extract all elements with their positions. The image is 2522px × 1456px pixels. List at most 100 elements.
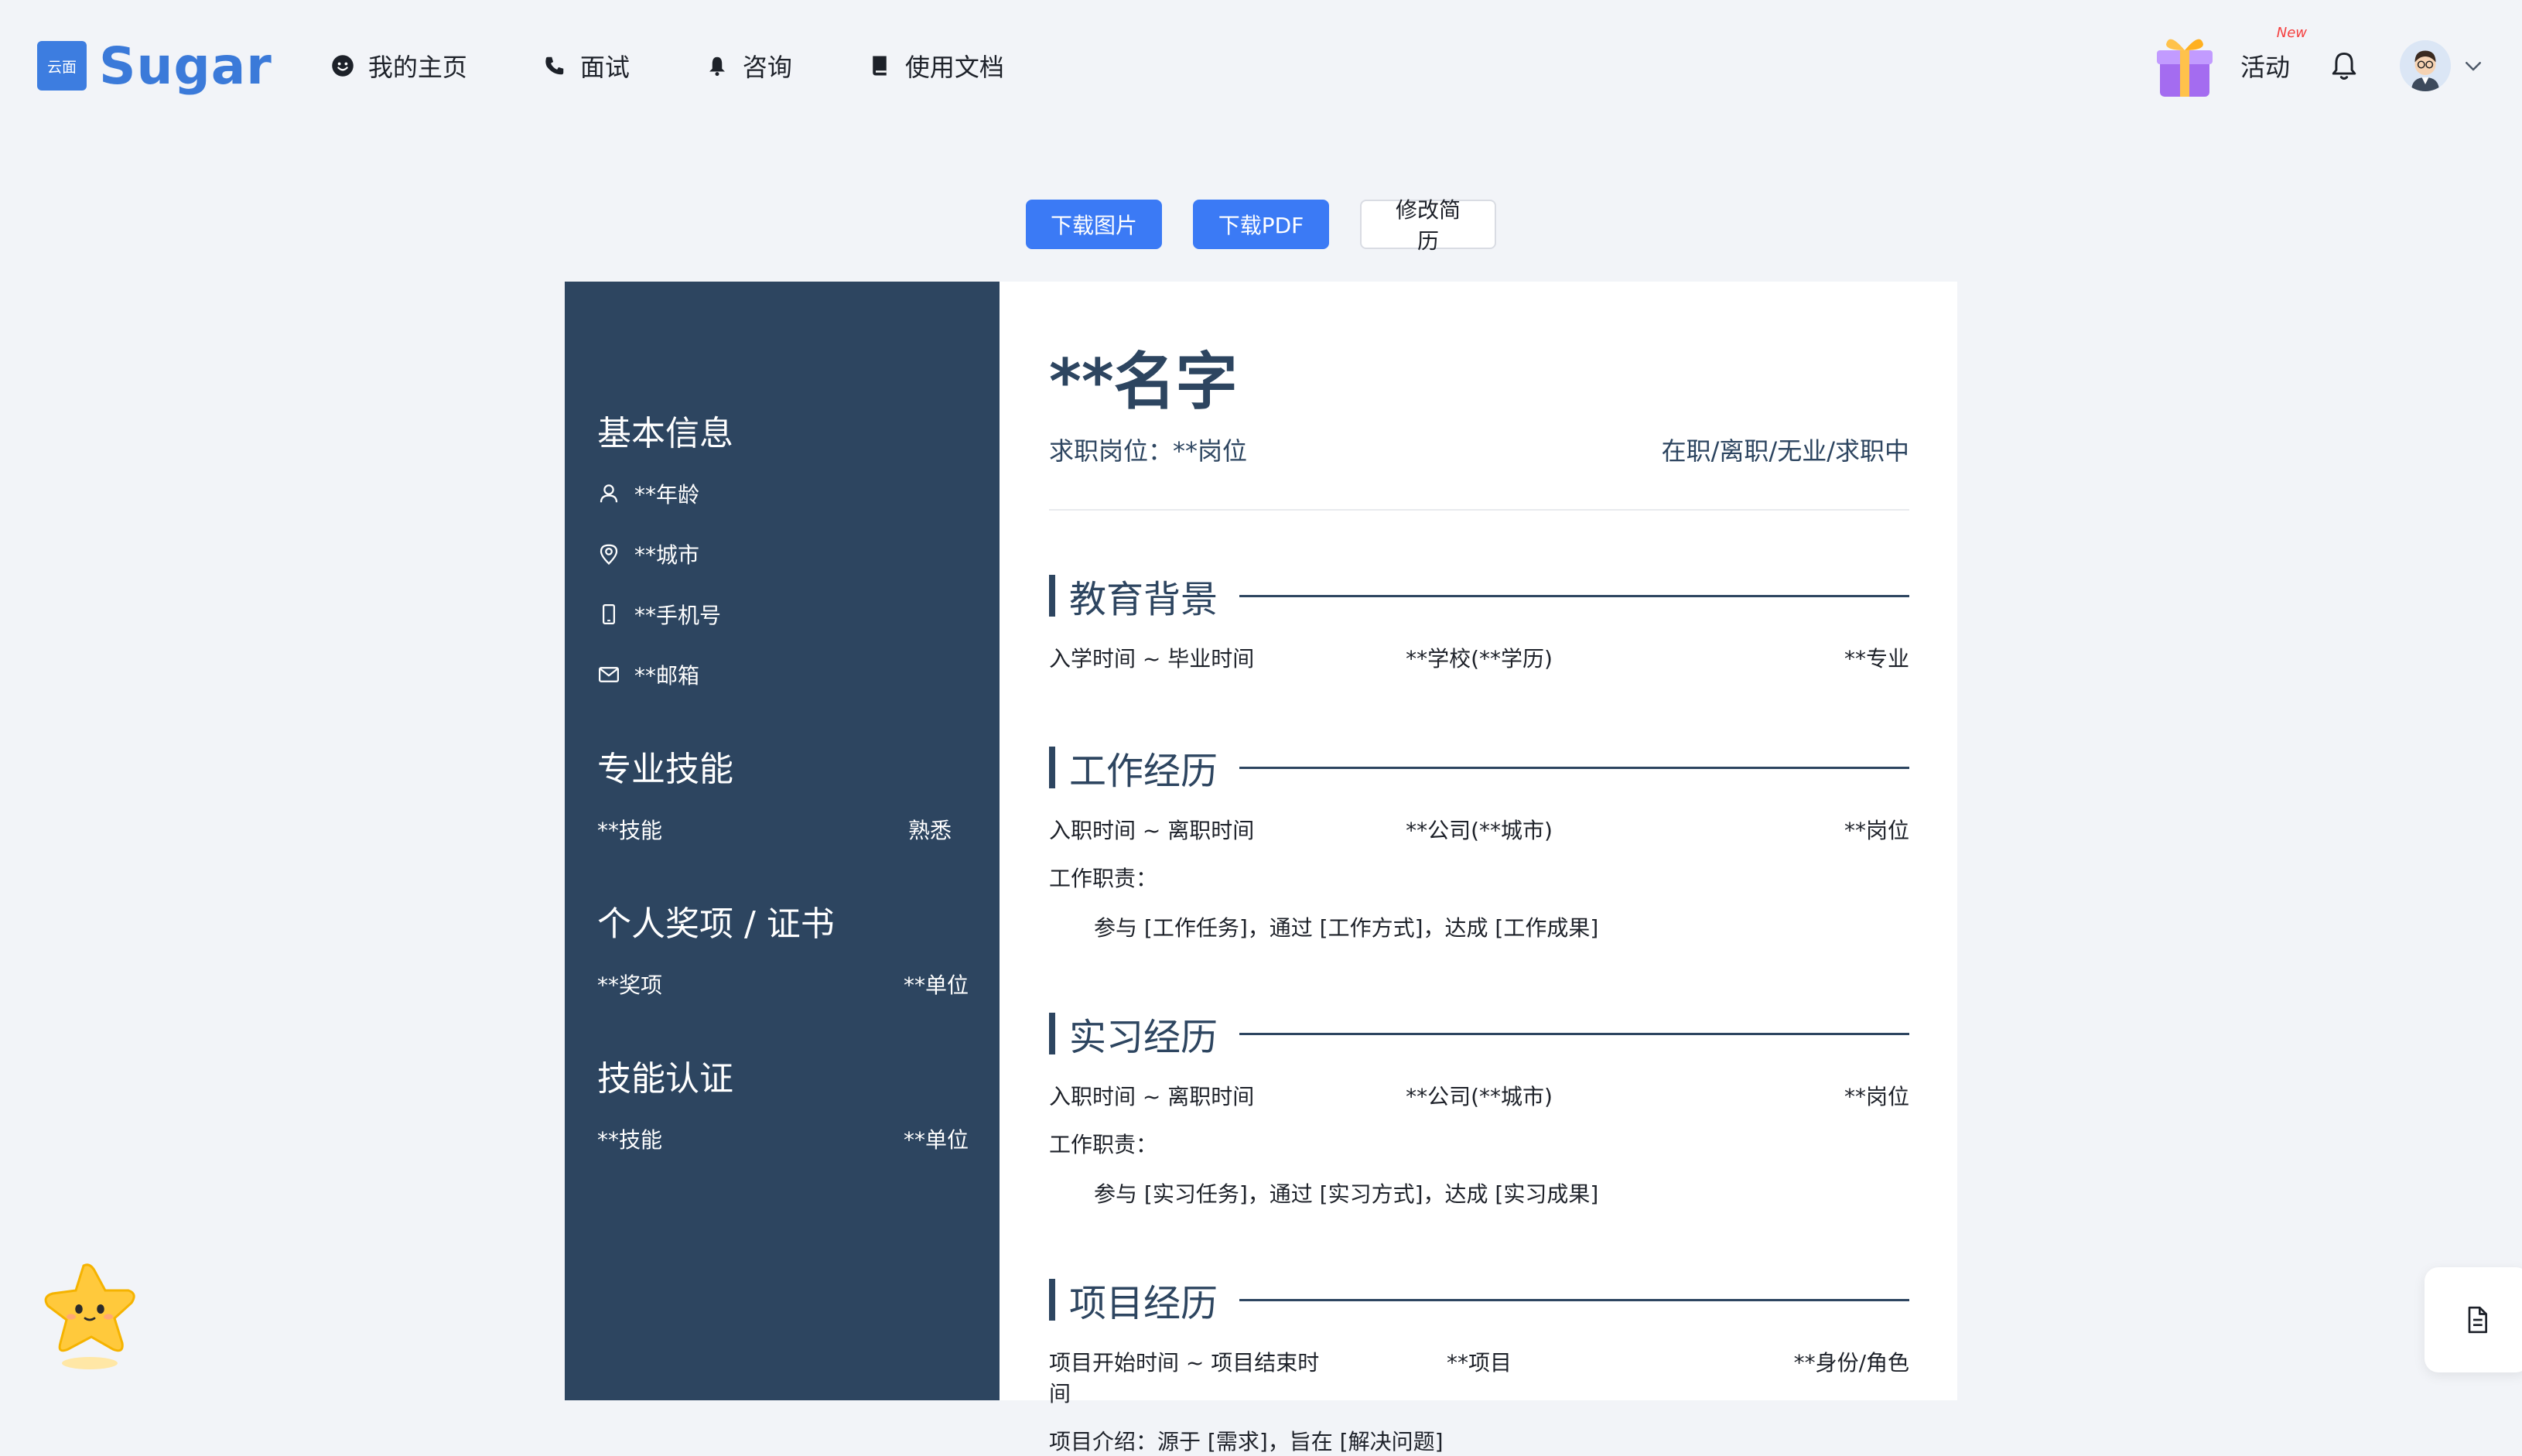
education-section: 教育背景 入学时间 ~ 毕业时间 **学校(**学历) **专业 <box>1049 574 1909 673</box>
candidate-name: **名字 <box>1049 346 1238 418</box>
download-pdf-button[interactable]: 下载PDF <box>1193 200 1329 249</box>
activity-link[interactable]: 活动 New <box>2240 25 2307 84</box>
section-header: 教育背景 <box>1049 574 1909 621</box>
certification-unit: **单位 <box>903 1127 969 1153</box>
awards-section: 个人奖项 / 证书 **奖项 **单位 <box>597 896 969 1000</box>
education-title: 教育背景 <box>1069 578 1218 621</box>
section-header: 实习经历 <box>1049 1012 1909 1059</box>
user-icon <box>600 484 618 503</box>
work-section: 工作经历 入职时间 ~ 离职时间 **公司(**城市) **岗位 工作职责： 参… <box>1049 746 1909 942</box>
new-badge: New <box>2276 25 2307 41</box>
work-company: **公司(**城市) <box>1406 818 1553 843</box>
logo[interactable]: 云面 Sugar <box>37 36 272 96</box>
internship-time: 入职时间 ~ 离职时间 <box>1049 1084 1255 1109</box>
location-pin-icon <box>600 544 618 566</box>
certification-name: **技能 <box>597 1127 663 1153</box>
position-row: 求职岗位：**岗位 在职/离职/无业/求职中 <box>1049 432 1909 467</box>
nav-item-label: 面试 <box>579 53 630 82</box>
star-mascot-icon[interactable] <box>37 1259 142 1372</box>
work-time: 入职时间 ~ 离职时间 <box>1049 818 1255 843</box>
chevron-down-icon[interactable] <box>2462 54 2485 77</box>
age-row: **年龄 <box>597 478 969 509</box>
certification-row: **技能 **单位 <box>597 1123 969 1154</box>
notification-bell-icon[interactable] <box>2327 49 2361 83</box>
mobile-phone-icon <box>603 604 615 624</box>
nav-item-interview[interactable]: 面试 <box>542 48 630 84</box>
main-nav: 我的主页 面试 咨询 使用文档 <box>330 48 1078 84</box>
header-actions: 活动 New <box>2148 0 2485 132</box>
award-row: **奖项 **单位 <box>597 969 969 1000</box>
logo-mark-text: 云面 <box>46 58 77 76</box>
section-rule <box>1239 594 1909 597</box>
nav-item-docs[interactable]: 使用文档 <box>866 48 1004 84</box>
work-title: 工作经历 <box>1069 750 1218 793</box>
logo-text: Sugar <box>99 36 272 96</box>
document-fab[interactable] <box>2425 1267 2522 1372</box>
avatar[interactable] <box>2400 40 2451 91</box>
section-accent-bar <box>1049 1013 1055 1054</box>
section-rule <box>1239 766 1909 769</box>
job-position: 求职岗位：**岗位 <box>1049 436 1248 466</box>
phone-value: **手机号 <box>634 603 722 628</box>
header-divider <box>1049 509 1909 511</box>
section-rule <box>1239 1298 1909 1301</box>
skill-name: **技能 <box>597 818 663 843</box>
section-accent-bar <box>1049 1279 1055 1321</box>
skill-level: 熟悉 <box>907 818 952 843</box>
logo-mark: 云面 <box>37 41 87 91</box>
internship-duty: 参与 [实习任务]，通过 [实习方式]，达成 [实习成果] <box>1094 1181 1599 1207</box>
city-value: **城市 <box>634 542 700 568</box>
work-duty: 参与 [工作任务]，通过 [工作方式]，达成 [工作成果] <box>1094 915 1599 941</box>
edit-resume-button[interactable]: 修改简历 <box>1360 197 1496 254</box>
document-icon <box>2468 1306 2487 1334</box>
award-unit: **单位 <box>903 972 969 998</box>
education-time: 入学时间 ~ 毕业时间 <box>1049 646 1255 672</box>
job-status: 在职/离职/无业/求职中 <box>1661 436 1909 466</box>
nav-item-label: 使用文档 <box>904 53 1004 82</box>
resume-preview: 基本信息 **年龄 **城市 **手机号 **邮箱 专业技能 **技能 熟悉 个… <box>565 282 1957 1454</box>
project-row: 项目开始时间 ~ 项目结束时间 **项目 **身份/角色 <box>1049 1346 1909 1408</box>
avatar-image <box>2400 40 2451 91</box>
internship-section: 实习经历 入职时间 ~ 离职时间 **公司(**城市) **岗位 工作职责： 参… <box>1049 1012 1909 1208</box>
internship-company: **公司(**城市) <box>1406 1084 1553 1109</box>
section-accent-bar <box>1049 575 1055 617</box>
phone-row: **手机号 <box>597 599 969 630</box>
nav-item-consult[interactable]: 咨询 <box>704 48 792 84</box>
resume-toolbar: 下载图片 下载PDF 修改简历 <box>0 197 2522 254</box>
section-accent-bar <box>1049 747 1055 788</box>
nav-item-label: 咨询 <box>742 53 792 82</box>
work-duty-label: 工作职责： <box>1049 866 1158 891</box>
project-intro: 项目介绍：源于 [需求]，旨在 [解决问题] <box>1049 1429 1444 1454</box>
work-role: **岗位 <box>1844 818 1910 843</box>
mail-icon <box>599 667 619 682</box>
skills-title: 专业技能 <box>597 750 733 789</box>
bell-icon <box>704 53 730 79</box>
section-header: 工作经历 <box>1049 746 1909 793</box>
section-header: 项目经历 <box>1049 1278 1909 1325</box>
internship-title: 实习经历 <box>1069 1016 1218 1059</box>
email-value: **邮箱 <box>634 663 700 689</box>
city-row: **城市 <box>597 538 969 569</box>
basic-info-title: 基本信息 <box>597 414 733 453</box>
award-name: **奖项 <box>597 972 663 998</box>
internship-role: **岗位 <box>1844 1084 1910 1109</box>
skill-row: **技能 熟悉 <box>597 814 969 845</box>
age-value: **年龄 <box>634 482 700 508</box>
phone-icon <box>542 53 568 79</box>
project-name: **项目 <box>1447 1350 1512 1376</box>
work-row: 入职时间 ~ 离职时间 **公司(**城市) **岗位 <box>1049 814 1909 845</box>
education-row: 入学时间 ~ 毕业时间 **学校(**学历) **专业 <box>1049 642 1909 673</box>
project-section: 项目经历 项目开始时间 ~ 项目结束时间 **项目 **身份/角色 项目介绍：源… <box>1049 1278 1909 1456</box>
awards-title: 个人奖项 / 证书 <box>597 904 835 944</box>
section-rule <box>1239 1032 1909 1035</box>
skills-section: 专业技能 **技能 熟悉 <box>597 741 969 845</box>
activity-label: 活动 <box>2240 53 2290 82</box>
internship-row: 入职时间 ~ 离职时间 **公司(**城市) **岗位 <box>1049 1080 1909 1111</box>
email-row: **邮箱 <box>597 659 969 690</box>
book-icon <box>866 53 893 79</box>
gift-icon[interactable] <box>2148 29 2222 103</box>
nav-item-home[interactable]: 我的主页 <box>330 48 467 84</box>
resume-sidebar: 基本信息 **年龄 **城市 **手机号 **邮箱 专业技能 **技能 熟悉 个… <box>565 282 1000 1400</box>
download-image-button[interactable]: 下载图片 <box>1026 200 1162 249</box>
project-time: 项目开始时间 ~ 项目结束时间 <box>1049 1350 1320 1406</box>
